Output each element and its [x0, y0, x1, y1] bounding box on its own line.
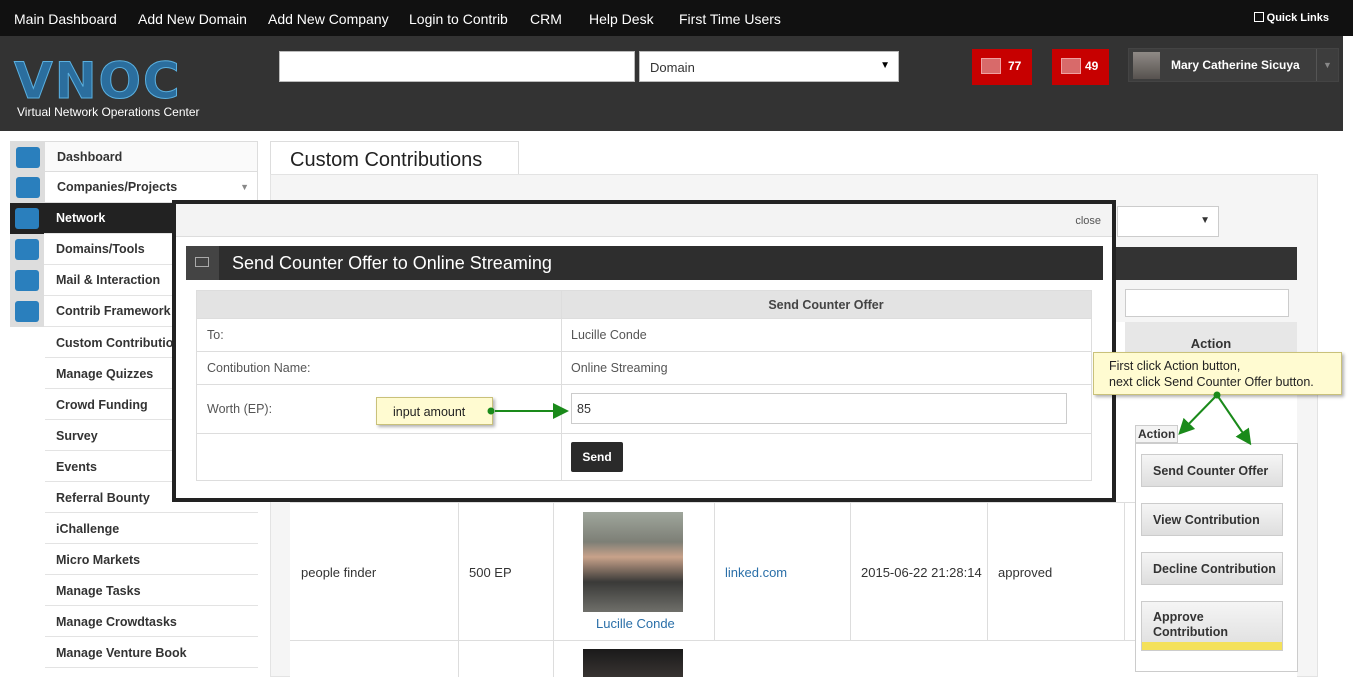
arrow-origin-dot — [1213, 391, 1221, 399]
arrow-to-send-counter-offer — [1216, 394, 1252, 446]
annotation-arrows — [487, 391, 1252, 446]
arrow-to-action-button — [1178, 394, 1218, 435]
arrow-origin-dot — [487, 407, 495, 415]
